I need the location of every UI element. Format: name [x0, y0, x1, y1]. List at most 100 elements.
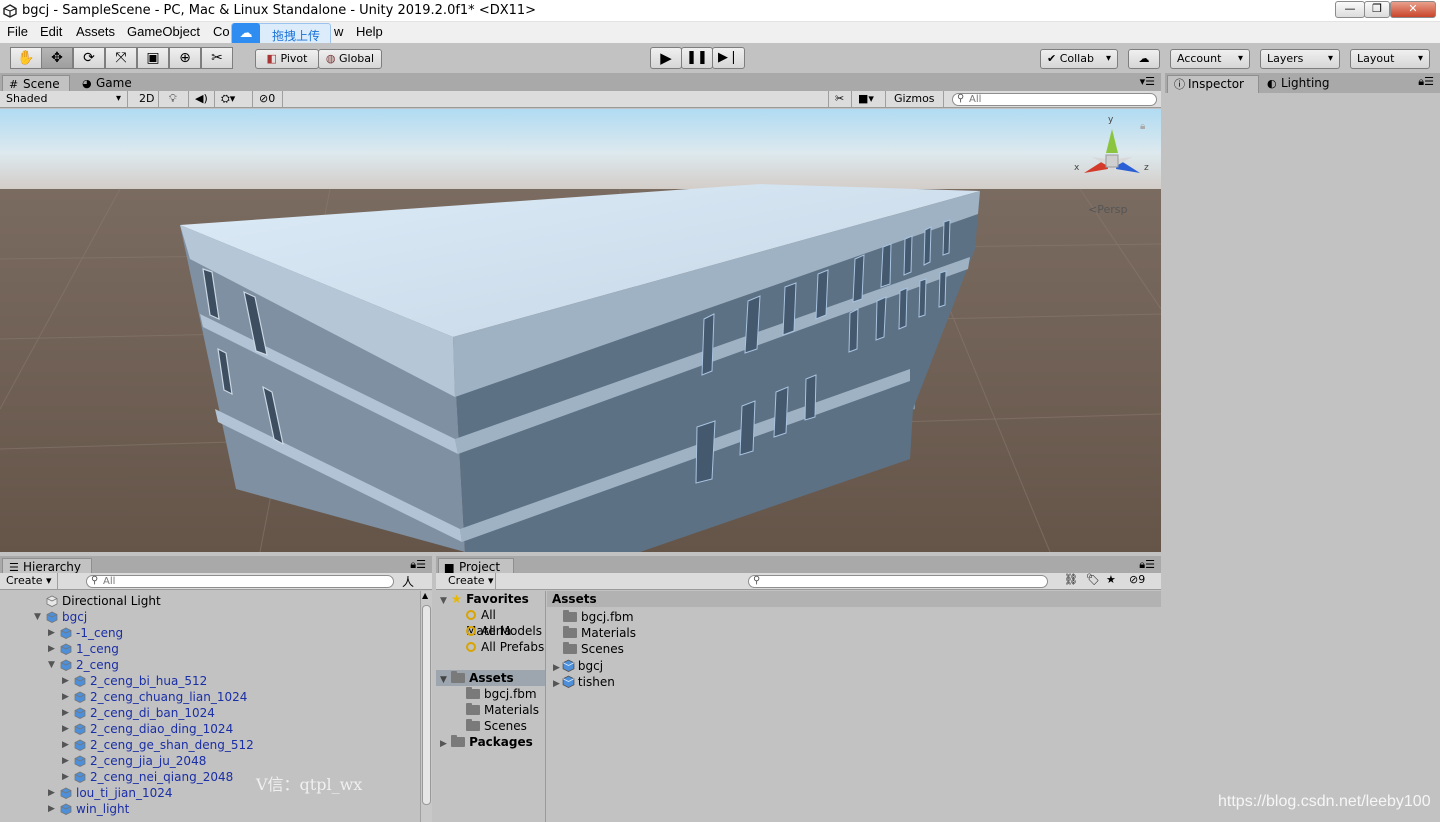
filter-label-icon[interactable]: 🏷︎	[1086, 573, 1100, 586]
hand-tool-button[interactable]: ✋	[10, 47, 42, 69]
minimize-button[interactable]: —	[1335, 1, 1365, 18]
cloud-button[interactable]: ☁	[1128, 49, 1160, 69]
project-asset-item[interactable]: ▶ tishen	[553, 673, 615, 689]
scene-visibility-icon[interactable]: 人	[402, 573, 414, 590]
collapse-arrow-icon[interactable]: ▶	[62, 721, 69, 737]
custom-tool-button[interactable]: ✂	[201, 47, 233, 69]
tab-lighting[interactable]: ◐ Lighting	[1261, 75, 1341, 93]
hierarchy-item[interactable]: ▼ 2_ceng	[48, 657, 119, 673]
project-asset-item[interactable]: Scenes	[563, 641, 624, 657]
layers-dropdown[interactable]: Layers	[1260, 49, 1340, 69]
scene-search-input[interactable]: All	[952, 93, 1157, 106]
collapse-arrow-icon[interactable]: ▶	[62, 673, 69, 689]
expand-arrow-icon[interactable]: ▶	[553, 679, 560, 689]
project-asset-item[interactable]: bgcj.fbm	[563, 609, 634, 625]
menu-gameobject[interactable]: GameObject	[127, 24, 200, 39]
tree-favorite-item[interactable]: All Models	[466, 623, 542, 639]
collapse-arrow-icon[interactable]: ▶	[48, 625, 55, 641]
hierarchy-item[interactable]: ▶ 2_ceng_nei_qiang_2048	[62, 769, 233, 785]
filter-type-icon[interactable]: ⛓	[1064, 573, 1078, 586]
tree-folder[interactable]: Scenes	[466, 718, 527, 734]
tree-favorites[interactable]: ▼ ★ Favorites	[440, 591, 529, 607]
scene-tools-button[interactable]: ✂	[828, 91, 852, 107]
scene-view[interactable]: y x z 🔒︎ <Persp	[0, 109, 1161, 552]
scroll-up-icon[interactable]: ▲	[422, 591, 428, 600]
2d-toggle[interactable]: 2D	[133, 91, 159, 107]
rotate-tool-button[interactable]: ⟳	[73, 47, 105, 69]
menu-assets[interactable]: Assets	[76, 24, 115, 39]
collapse-arrow-icon[interactable]: ▶	[62, 737, 69, 753]
tree-assets[interactable]: ▼ Assets	[436, 670, 545, 686]
upload-overlay[interactable]: ☁ 拖拽上传	[231, 23, 331, 47]
account-dropdown[interactable]: Account	[1170, 49, 1250, 69]
rect-tool-button[interactable]: ▣	[137, 47, 169, 69]
hierarchy-item[interactable]: ▶ win_light	[48, 801, 129, 817]
step-button[interactable]: ▶❘	[712, 47, 745, 69]
hierarchy-item[interactable]: ▶ lou_ti_jian_1024	[48, 785, 173, 801]
menu-window[interactable]: w	[334, 24, 343, 39]
close-button[interactable]: ✕	[1390, 1, 1436, 18]
play-button[interactable]: ▶	[650, 47, 682, 69]
hidden-objects-toggle[interactable]: ⊘0	[253, 91, 283, 107]
gizmos-dropdown[interactable]: Gizmos ▾	[888, 91, 944, 120]
shading-mode-dropdown[interactable]: Shaded	[0, 91, 128, 107]
expand-arrow-icon[interactable]: ▶	[553, 663, 560, 673]
collapse-arrow-icon[interactable]: ▶	[62, 769, 69, 785]
hierarchy-item[interactable]: ▶ 2_ceng_chuang_lian_1024	[62, 689, 247, 705]
effects-dropdown[interactable]: ⛭▾	[215, 91, 253, 107]
expand-arrow-icon[interactable]: ▼	[34, 609, 41, 625]
tree-folder[interactable]: Materials	[466, 702, 539, 718]
project-asset-item[interactable]: Materials	[563, 625, 636, 641]
pause-button[interactable]: ❚❚	[681, 47, 713, 69]
hierarchy-create-dropdown[interactable]: Create ▾	[0, 573, 58, 589]
layout-dropdown[interactable]: Layout	[1350, 49, 1430, 69]
project-lock-icon[interactable]: 🔒︎☰	[1139, 558, 1155, 572]
hierarchy-item[interactable]: ▶ -1_ceng	[48, 625, 123, 641]
project-asset-item[interactable]: ▶ bgcj	[553, 657, 603, 673]
projection-label[interactable]: <Persp	[1088, 203, 1127, 216]
collapse-arrow-icon[interactable]: ▶	[48, 785, 55, 801]
lighting-toggle[interactable]: 💡︎	[163, 91, 189, 107]
tree-folder[interactable]: bgcj.fbm	[466, 686, 537, 702]
camera-dropdown[interactable]: ■▾	[852, 91, 886, 107]
collapse-arrow-icon[interactable]: ▶	[62, 705, 69, 721]
hierarchy-item[interactable]: ▶ 2_ceng_diao_ding_1024	[62, 721, 233, 737]
hierarchy-scrollbar[interactable]: ▲	[420, 591, 432, 822]
maximize-button[interactable]: ❐	[1364, 1, 1390, 18]
hierarchy-item[interactable]: ▶ 1_ceng	[48, 641, 119, 657]
hierarchy-item[interactable]: ▶ 2_ceng_ge_shan_deng_512	[62, 737, 254, 753]
scroll-thumb[interactable]	[422, 605, 431, 805]
project-search-input[interactable]	[748, 575, 1048, 588]
audio-toggle[interactable]: ◀)	[189, 91, 215, 107]
hierarchy-search-input[interactable]: All	[86, 575, 394, 588]
menu-component[interactable]: Co	[213, 24, 230, 39]
hidden-packages-toggle[interactable]: ⊘9	[1129, 573, 1145, 586]
collab-dropdown[interactable]: ✔ Collab	[1040, 49, 1118, 69]
scale-tool-button[interactable]: ⤧	[105, 47, 137, 69]
hierarchy-item[interactable]: ▼ bgcj	[34, 609, 87, 625]
gizmo-lock-icon[interactable]: 🔒︎	[1140, 121, 1145, 132]
collapse-arrow-icon[interactable]: ▶	[48, 801, 55, 817]
hierarchy-item[interactable]: Directional Light	[46, 593, 161, 609]
collapse-arrow-icon[interactable]: ▶	[48, 641, 55, 657]
menu-edit[interactable]: Edit	[40, 24, 62, 39]
tree-favorite-item[interactable]: All Materia	[466, 607, 545, 638]
hierarchy-lock-icon[interactable]: 🔒︎☰	[410, 558, 426, 572]
scene-gizmo[interactable]: y x z 🔒︎	[1070, 115, 1155, 197]
collapse-arrow-icon[interactable]: ▶	[62, 689, 69, 705]
expand-arrow-icon[interactable]: ▼	[48, 657, 55, 673]
hierarchy-item[interactable]: ▶ 2_ceng_di_ban_1024	[62, 705, 215, 721]
transform-tool-button[interactable]: ⊕	[169, 47, 201, 69]
tab-inspector[interactable]: ⓘ Inspector	[1167, 75, 1259, 93]
collapse-arrow-icon[interactable]: ▶	[62, 753, 69, 769]
pivot-toggle[interactable]: ◧ Pivot	[255, 49, 319, 69]
inspector-lock-icon[interactable]: 🔒︎☰	[1418, 75, 1434, 89]
global-toggle[interactable]: ◍ Global	[318, 49, 382, 69]
favorite-star-icon[interactable]: ★	[1106, 573, 1116, 586]
hierarchy-item[interactable]: ▶ 2_ceng_jia_ju_2048	[62, 753, 206, 769]
hierarchy-item[interactable]: ▶ 2_ceng_bi_hua_512	[62, 673, 207, 689]
tree-favorite-item[interactable]: All Prefabs	[466, 639, 544, 655]
panel-menu-icon[interactable]: ▾☰	[1140, 75, 1155, 88]
move-tool-button[interactable]: ✥	[41, 47, 73, 69]
project-create-dropdown[interactable]: Create ▾	[442, 573, 496, 589]
